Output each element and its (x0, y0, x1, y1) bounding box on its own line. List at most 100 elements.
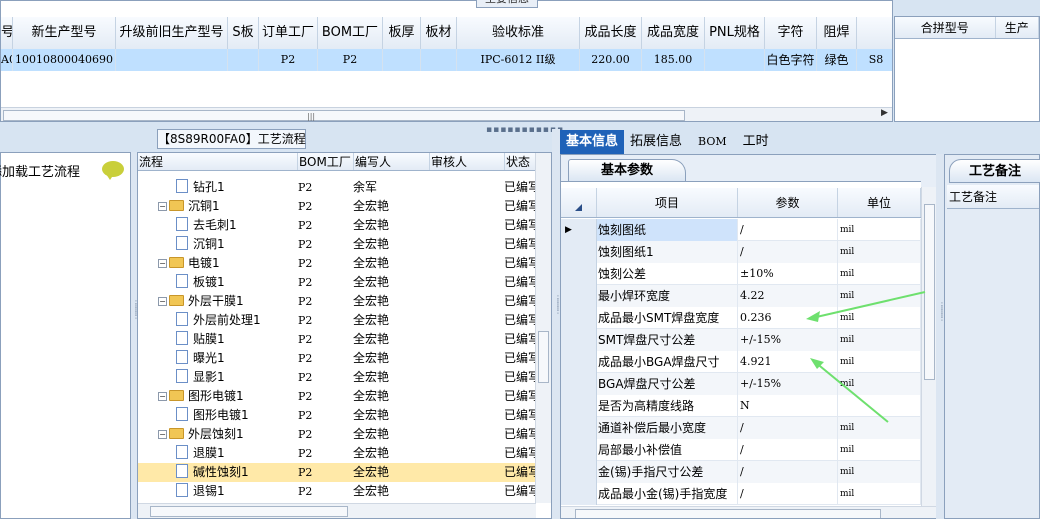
param-row[interactable]: 成品最小金(锡)手指宽度 / mil (561, 483, 921, 505)
param-unit-cell[interactable] (838, 395, 921, 417)
tree-step-row[interactable]: 贴膜1 P2 全宏艳 已编写 (138, 330, 538, 349)
param-row[interactable]: 成品最小SMT焊盘宽度 0.236 mil (561, 307, 921, 329)
param-row[interactable]: BGA焊盘尺寸公差 +/-15% mil (561, 373, 921, 395)
row-indicator[interactable] (561, 373, 597, 395)
tree-step-row[interactable]: 外层前处理1 P2 全宏艳 已编写 (138, 311, 538, 330)
main-info-col-6[interactable]: 板厚 (383, 17, 421, 49)
tree-group-row[interactable]: − 外层蚀刻1 P2 全宏艳 已编写 (138, 425, 538, 444)
param-item-cell[interactable]: 是否为高精度线路 (597, 395, 738, 417)
param-value-cell[interactable]: 4.921 (738, 351, 838, 373)
param-value-cell[interactable]: 4.22 (738, 285, 838, 307)
param-unit-cell[interactable]: mil (838, 307, 921, 329)
param-item-cell[interactable]: 通道补偿后最小宽度 (597, 417, 738, 439)
merge-model-column[interactable]: 合拼型号 (895, 17, 996, 38)
param-unit-cell[interactable]: mil (838, 219, 921, 241)
col-unit[interactable]: 单位 (838, 188, 921, 217)
expander-icon[interactable]: − (158, 392, 167, 401)
param-row[interactable]: SMT焊盘尺寸公差 +/-15% mil (561, 329, 921, 351)
param-value-cell[interactable]: / (738, 439, 838, 461)
main-info-cell-5[interactable]: P2 (318, 49, 383, 71)
param-value-cell[interactable]: 0.236 (738, 307, 838, 329)
tab-extended-info[interactable]: 拓展信息 (624, 130, 688, 154)
row-indicator[interactable] (561, 395, 597, 417)
param-unit-cell[interactable]: mil (838, 263, 921, 285)
param-value-cell[interactable]: ±10% (738, 263, 838, 285)
tree-node[interactable]: 退膜1 (176, 444, 298, 463)
row-indicator[interactable] (561, 461, 597, 483)
main-info-col-1[interactable]: 新生产型号 (13, 17, 116, 49)
param-value-cell[interactable]: / (738, 219, 838, 241)
main-info-cell-9[interactable]: 220.00 (580, 49, 642, 71)
tree-group-row[interactable]: − 外层干膜1 P2 全宏艳 已编写 (138, 292, 538, 311)
row-indicator[interactable] (561, 439, 597, 461)
main-info-cell-0[interactable]: A0 (1, 49, 13, 71)
main-info-cell-10[interactable]: 185.00 (642, 49, 705, 71)
param-row[interactable]: ▶ 蚀刻图纸 / mil (561, 219, 921, 241)
right-splitter[interactable]: ⋮ ⋮ ⋮ ⋮ (936, 154, 946, 519)
main-info-cell-2[interactable] (116, 49, 228, 71)
param-item-cell[interactable]: 蚀刻图纸1 (597, 241, 738, 263)
param-unit-cell[interactable]: mil (838, 483, 921, 505)
tree-node[interactable]: 贴膜1 (176, 330, 298, 349)
row-indicator[interactable] (561, 329, 597, 351)
scroll-thumb[interactable] (924, 204, 935, 380)
main-info-cell-12[interactable]: 白色字符 (765, 49, 817, 71)
tree-step-row[interactable]: 图形电镀1 P2 全宏艳 已编写 (138, 406, 538, 425)
scroll-thumb[interactable] (538, 331, 549, 383)
main-info-col-14[interactable] (857, 17, 892, 49)
row-indicator[interactable] (561, 241, 597, 263)
tree-step-row[interactable]: 去毛刺1 P2 全宏艳 已编写 (138, 216, 538, 235)
main-info-cell-13[interactable]: 绿色 (817, 49, 857, 71)
tab-basic-info[interactable]: 基本信息 (560, 130, 625, 154)
main-info-cell-1[interactable]: 10010800040690 (13, 49, 116, 71)
scroll-thumb[interactable]: ||| (3, 110, 685, 121)
main-info-col-9[interactable]: 成品长度 (580, 17, 642, 49)
main-info-col-13[interactable]: 阻焊 (817, 17, 857, 49)
tab-work-hours[interactable]: 工时 (737, 130, 775, 154)
main-info-hscrollbar[interactable]: ||| ▶ (1, 107, 892, 121)
param-row[interactable]: 通道补偿后最小宽度 / mil (561, 417, 921, 439)
param-unit-cell[interactable]: mil (838, 439, 921, 461)
param-item-cell[interactable]: 成品最小金(锡)手指宽度 (597, 483, 738, 505)
main-info-col-7[interactable]: 板材 (421, 17, 457, 49)
main-info-cell-4[interactable]: P2 (259, 49, 318, 71)
row-indicator[interactable] (561, 285, 597, 307)
tree-step-row[interactable]: 碱性蚀刻1 P2 全宏艳 已编写 (138, 463, 538, 482)
tree-group-row[interactable]: − 图形电镀1 P2 全宏艳 已编写 (138, 387, 538, 406)
scroll-right-arrow[interactable]: ▶ (881, 108, 888, 118)
tree-node[interactable]: − 图形电镀1 (158, 387, 298, 406)
main-info-col-4[interactable]: 订单工厂 (259, 17, 318, 49)
row-indicator[interactable] (561, 483, 597, 505)
main-info-cell-14[interactable]: S8 (857, 49, 892, 71)
scroll-thumb[interactable] (150, 506, 348, 517)
param-value-cell[interactable]: N (738, 395, 838, 417)
tree-node[interactable]: 显影1 (176, 368, 298, 387)
params-grid-hscrollbar[interactable] (561, 506, 941, 518)
param-unit-cell[interactable]: mil (838, 285, 921, 307)
param-item-cell[interactable]: 成品最小SMT焊盘宽度 (597, 307, 738, 329)
param-value-cell[interactable]: / (738, 461, 838, 483)
param-row[interactable]: 蚀刻图纸1/mil (561, 241, 921, 263)
param-value-cell[interactable]: +/-15% (738, 373, 838, 395)
tree-node[interactable]: − 电镀1 (158, 254, 298, 273)
tree-node[interactable]: 图形电镀1 (176, 406, 298, 425)
tab-process-remarks[interactable]: 工艺备注 (949, 159, 1040, 183)
main-info-cell-8[interactable]: IPC-6012 II级 (457, 49, 580, 71)
main-info-cell-7[interactable] (421, 49, 457, 71)
tree-step-row[interactable]: 沉铜1 P2 全宏艳 已编写 (138, 235, 538, 254)
main-info-cell-11[interactable] (705, 49, 765, 71)
tree-step-row[interactable]: 退膜1 P2 全宏艳 已编写 (138, 444, 538, 463)
tree-node[interactable]: 板镀1 (176, 273, 298, 292)
param-row[interactable]: 最小焊环宽度 4.22 mil (561, 285, 921, 307)
main-info-col-12[interactable]: 字符 (765, 17, 817, 49)
col-item[interactable]: 项目 (597, 188, 738, 217)
param-row[interactable]: 是否为高精度线路 N (561, 395, 921, 417)
production-column[interactable]: 生产 (996, 17, 1039, 38)
param-unit-cell[interactable]: mil (838, 329, 921, 351)
param-row[interactable]: 局部最小补偿值 / mil (561, 439, 921, 461)
param-item-cell[interactable]: 局部最小补偿值 (597, 439, 738, 461)
expander-icon[interactable]: − (158, 297, 167, 306)
tree-node[interactable]: 外层前处理1 (176, 311, 298, 330)
tree-step-row[interactable]: 显影1 P2 全宏艳 已编写 (138, 368, 538, 387)
main-info-col-8[interactable]: 验收标准 (457, 17, 580, 49)
